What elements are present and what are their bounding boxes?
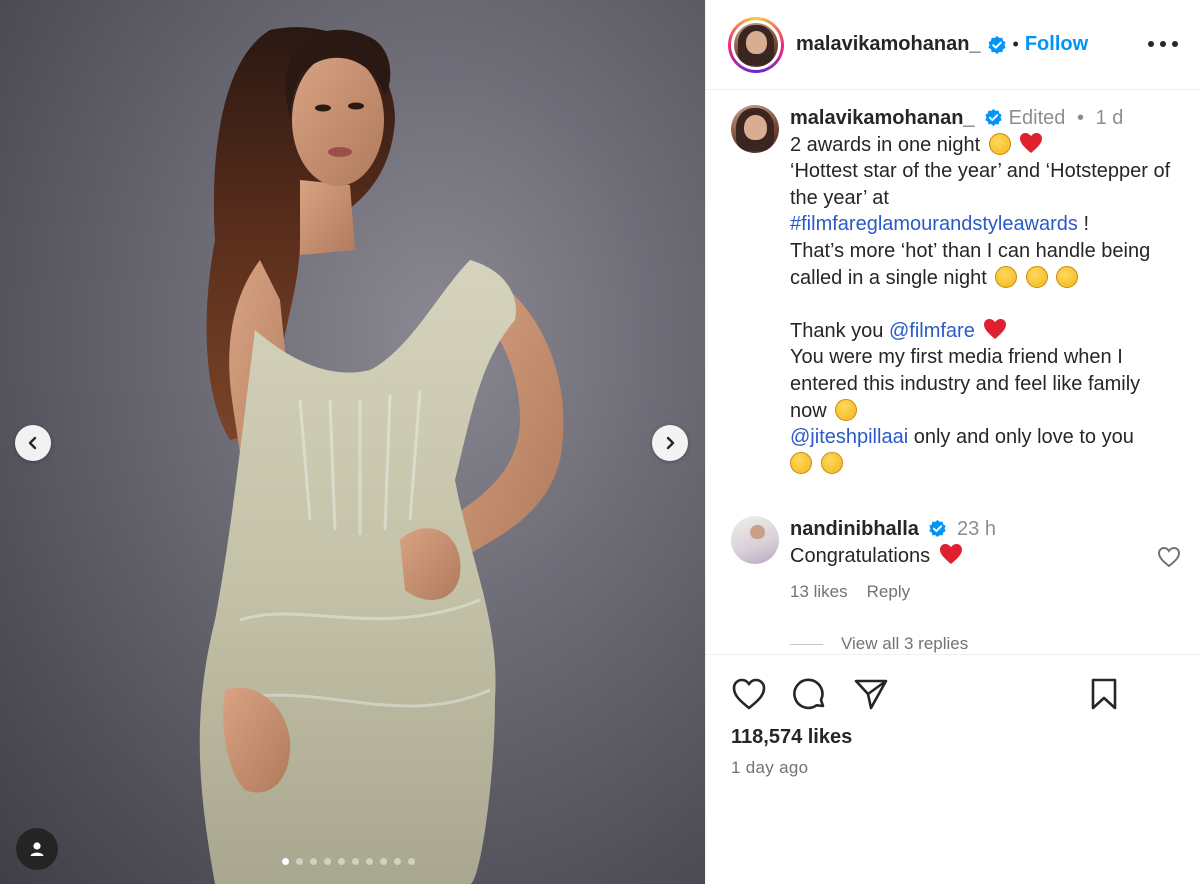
view-replies-label: View all 3 replies <box>841 634 969 653</box>
paper-plane-icon <box>854 679 888 710</box>
chevron-left-icon <box>28 436 37 450</box>
carousel-dot <box>352 858 359 865</box>
hugging-face-emoji-icon <box>820 451 843 474</box>
separator-dot: • <box>1076 107 1084 129</box>
red-heart-emoji-icon <box>939 543 962 564</box>
story-ring[interactable] <box>728 16 784 73</box>
mention-link[interactable]: @jiteshpillaai <box>790 426 908 448</box>
kiss-emoji-icon <box>790 451 812 474</box>
caption-username[interactable]: malavikamohanan_ <box>790 107 975 129</box>
comment-text: Congratulations <box>790 544 931 567</box>
post-photo <box>199 27 564 884</box>
post-media[interactable] <box>0 0 705 884</box>
like-button[interactable] <box>731 677 767 716</box>
caption-text: Thank you <box>790 319 889 342</box>
hugging-face-emoji-icon <box>1056 265 1079 288</box>
comment-bubble-icon <box>793 678 825 710</box>
bookmark-icon <box>1091 678 1117 710</box>
carousel-next-button[interactable] <box>652 425 688 461</box>
weary-face-emoji-icon <box>988 132 1011 155</box>
follow-button[interactable]: Follow <box>1025 33 1088 56</box>
carousel-dot <box>324 858 331 865</box>
more-options-icon <box>1148 41 1154 47</box>
post-actions: 118,574 likes 1 day ago <box>706 654 1200 884</box>
carousel-dot <box>394 858 401 865</box>
carousel-dot <box>310 858 317 865</box>
carousel-prev-button[interactable] <box>15 425 51 461</box>
caption-line: 2 awards in one night <box>790 133 981 156</box>
avatar[interactable] <box>731 516 779 564</box>
smiling-face-emoji-icon <box>835 398 858 421</box>
comment-item: nandinibhalla 23 h Congratulations 13 li… <box>731 516 1181 653</box>
carousel-dot <box>408 858 415 865</box>
view-replies-button[interactable]: View all 3 replies <box>790 634 968 654</box>
caption-line: That’s more ‘hot’ than I can handle bein… <box>790 239 1151 289</box>
likes-count[interactable]: 118,574 likes <box>731 726 852 749</box>
comment-button[interactable] <box>792 677 828 716</box>
share-button[interactable] <box>853 677 889 716</box>
carousel-dot <box>296 858 303 865</box>
carousel-indicator <box>282 858 415 865</box>
carousel-dot <box>338 858 345 865</box>
verified-badge-icon <box>985 108 1002 127</box>
carousel-dot <box>366 858 373 865</box>
user-tag-icon <box>30 842 44 856</box>
mention-link[interactable]: @filmfare <box>889 320 975 342</box>
save-button[interactable] <box>1088 677 1120 716</box>
comment-like-button[interactable] <box>1157 546 1181 573</box>
hashtag-link[interactable]: #filmfareglamourandstyleawards <box>790 213 1078 235</box>
caption-text: ! <box>1077 213 1090 236</box>
heart-icon <box>1157 546 1181 568</box>
caption-text: only and only love to you <box>908 426 1134 449</box>
avatar <box>734 22 778 67</box>
comment-timestamp[interactable]: 23 h <box>957 518 996 540</box>
carousel-dot <box>282 858 289 865</box>
caption-line: ‘Hottest star of the year’ and ‘Hotstepp… <box>790 160 1171 209</box>
avatar[interactable] <box>731 105 779 153</box>
more-options-button[interactable] <box>1148 30 1178 58</box>
carousel-dot <box>380 858 387 865</box>
comment-username[interactable]: nandinibhalla <box>790 518 919 540</box>
post-side-panel: malavikamohanan_ • Follow malavikamohana… <box>705 0 1200 884</box>
divider <box>790 643 823 645</box>
edited-label: Edited <box>1008 107 1066 129</box>
red-heart-emoji-icon <box>984 318 1007 339</box>
comments-section[interactable]: malavikamohanan_ Edited • 1 d 2 awards i… <box>706 91 1200 654</box>
post-timestamp[interactable]: 1 day ago <box>731 758 808 778</box>
verified-badge-icon <box>929 519 947 538</box>
author-username[interactable]: malavikamohanan_ <box>796 33 981 56</box>
separator-dot: • <box>1012 34 1019 54</box>
sweat-smile-emoji-icon <box>1025 265 1048 288</box>
chevron-right-icon <box>666 436 675 450</box>
heart-icon <box>732 678 766 710</box>
reply-button[interactable]: Reply <box>867 582 910 602</box>
tagged-users-button[interactable] <box>16 828 58 870</box>
caption-timestamp[interactable]: 1 d <box>1096 107 1124 129</box>
post-header: malavikamohanan_ • Follow <box>706 0 1200 90</box>
red-heart-emoji-icon <box>1020 132 1043 153</box>
post-caption: malavikamohanan_ Edited • 1 d 2 awards i… <box>731 105 1181 477</box>
winking-tongue-emoji-icon <box>995 265 1018 288</box>
comment-likes-count[interactable]: 13 likes <box>790 582 848 602</box>
verified-badge-icon <box>987 35 1006 54</box>
